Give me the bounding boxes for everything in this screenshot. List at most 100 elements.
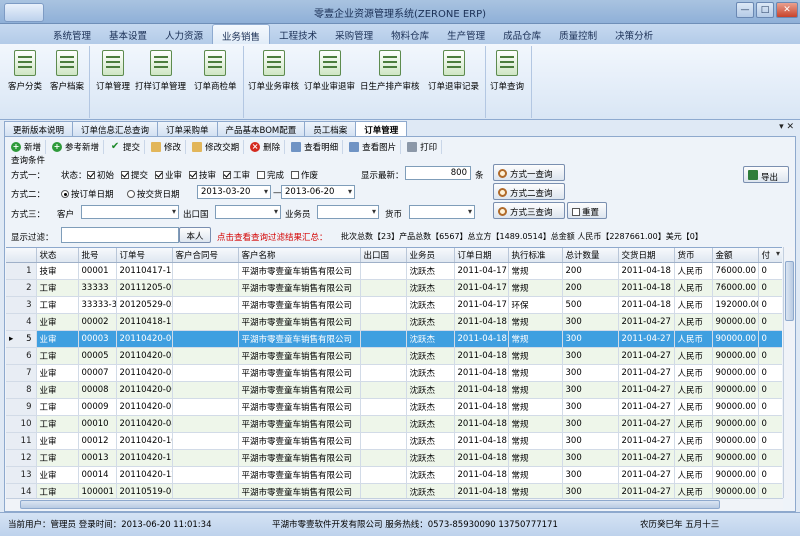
table-row[interactable]: 1 技审 00001 20110417-1 平湖市零壹童车销售有限公司 沈跃杰 2011-0… xyxy=(6,262,782,280)
cell-batch-no[interactable]: 00009 xyxy=(78,398,117,416)
cell-standard[interactable]: 常规 xyxy=(508,432,563,450)
cell-salesman[interactable]: 沈跃杰 xyxy=(406,296,455,314)
cell-customer-contract-no[interactable] xyxy=(172,296,239,314)
cell-standard[interactable]: 常规 xyxy=(508,330,563,348)
cell-delivery-date[interactable]: 2011-04-27 xyxy=(618,449,675,467)
cell-salesman[interactable]: 沈跃杰 xyxy=(406,432,455,450)
tab-order-purchase[interactable]: 订单采购单 xyxy=(157,121,218,136)
cell-row-number[interactable]: 4 xyxy=(6,313,37,331)
cell-delivery-date[interactable]: 2011-04-27 xyxy=(618,483,675,498)
cell-order-no[interactable]: 20120529-02 xyxy=(116,296,173,314)
cell-standard[interactable]: 常规 xyxy=(508,398,563,416)
cell-payment[interactable]: 0 xyxy=(758,279,782,297)
cell-batch-no[interactable]: 00007 xyxy=(78,364,117,382)
cell-row-number[interactable]: 8 xyxy=(6,381,37,399)
cell-total-qty[interactable]: 200 xyxy=(562,262,619,280)
cell-customer-name[interactable]: 平湖市零壹童车销售有限公司 xyxy=(238,262,361,280)
cell-status[interactable]: 业审 xyxy=(36,330,79,348)
cell-exit-country[interactable] xyxy=(360,347,407,365)
cell-amount[interactable]: 76000.00 xyxy=(712,262,759,280)
cell-standard[interactable]: 环保 xyxy=(508,296,563,314)
cell-exit-country[interactable] xyxy=(360,330,407,348)
cell-amount[interactable]: 90000.00 xyxy=(712,364,759,382)
cell-order-no[interactable]: 20110420-11 xyxy=(116,449,173,467)
cell-currency[interactable]: 人民币 xyxy=(674,296,713,314)
cell-row-number[interactable]: 13 xyxy=(6,466,37,484)
cell-row-number[interactable]: 3 xyxy=(6,296,37,314)
cell-delivery-date[interactable]: 2011-04-27 xyxy=(618,330,675,348)
cell-currency[interactable]: 人民币 xyxy=(674,262,713,280)
grid-vertical-scrollbar[interactable] xyxy=(783,247,795,498)
menu-engineering[interactable]: 工程技术 xyxy=(270,24,326,44)
exit-country-select[interactable] xyxy=(215,205,281,219)
cell-order-date[interactable]: 2011-04-17 xyxy=(454,296,509,314)
cell-amount[interactable]: 90000.00 xyxy=(712,432,759,450)
column-header-order-date[interactable]: 订单日期 xyxy=(454,248,509,263)
cell-salesman[interactable]: 沈跃杰 xyxy=(406,483,455,498)
cell-order-no[interactable]: 20110420-12 xyxy=(116,466,173,484)
view-detail-button[interactable]: 查看明细 xyxy=(287,140,344,154)
column-header-order-no[interactable]: 订单号 xyxy=(116,248,173,263)
cell-customer-name[interactable]: 平湖市零壹童车销售有限公司 xyxy=(238,381,361,399)
table-row[interactable]: 2 工审 33333 20111205-01 平湖市零壹童车销售有限公司 沈跃杰 2011-… xyxy=(6,279,782,297)
cell-order-no[interactable]: 20110420-07 xyxy=(116,398,173,416)
cell-amount[interactable]: 90000.00 xyxy=(712,313,759,331)
menu-sales[interactable]: 业务销售 xyxy=(212,24,271,44)
cell-customer-name[interactable]: 平湖市零壹童车销售有限公司 xyxy=(238,398,361,416)
cell-currency[interactable]: 人民币 xyxy=(674,347,713,365)
table-row[interactable]: 12 工审 00013 20110420-11 平湖市零壹童车销售有限公司 沈跃杰 2011… xyxy=(6,449,782,467)
cell-amount[interactable]: 192000.00 xyxy=(712,296,759,314)
daily-schedule-review-button[interactable]: 日生产排产审核 xyxy=(360,50,420,110)
cell-order-date[interactable]: 2011-04-18 xyxy=(454,415,509,433)
cell-status[interactable]: 工审 xyxy=(36,296,79,314)
cell-status[interactable]: 工审 xyxy=(36,483,79,498)
cell-batch-no[interactable]: 00013 xyxy=(78,449,117,467)
cell-currency[interactable]: 人民币 xyxy=(674,279,713,297)
cell-customer-name[interactable]: 平湖市零壹童车销售有限公司 xyxy=(238,296,361,314)
cell-currency[interactable]: 人民币 xyxy=(674,364,713,382)
order-inspection-button[interactable]: 订单商检单 xyxy=(194,50,237,110)
menu-quality[interactable]: 质量控制 xyxy=(550,24,606,44)
cell-delivery-date[interactable]: 2011-04-18 xyxy=(618,262,675,280)
menu-purchasing[interactable]: 采购管理 xyxy=(326,24,382,44)
cell-order-no[interactable]: 20110420-01 xyxy=(116,330,173,348)
cell-standard[interactable]: 常规 xyxy=(508,466,563,484)
cell-total-qty[interactable]: 300 xyxy=(562,398,619,416)
cell-row-number[interactable]: 1 xyxy=(6,262,37,280)
cell-currency[interactable]: 人民币 xyxy=(674,483,713,498)
cell-salesman[interactable]: 沈跃杰 xyxy=(406,449,455,467)
cell-currency[interactable]: 人民币 xyxy=(674,449,713,467)
cell-row-number[interactable]: 11 xyxy=(6,432,37,450)
column-header-status[interactable]: 状态 xyxy=(36,248,79,263)
mode3-query-button[interactable]: 方式三查询 xyxy=(493,202,565,219)
cell-payment[interactable]: 0 xyxy=(758,262,782,280)
order-management-button[interactable]: 订单管理 xyxy=(96,50,130,110)
cell-currency[interactable]: 人民币 xyxy=(674,432,713,450)
cell-row-number[interactable]: ▸ 5 xyxy=(6,330,37,348)
reset-button[interactable]: 重置 xyxy=(567,202,607,219)
cell-payment[interactable]: 0 xyxy=(758,415,782,433)
column-header-delivery-date[interactable]: 交货日期 xyxy=(618,248,675,263)
cell-delivery-date[interactable]: 2011-04-27 xyxy=(618,415,675,433)
cell-delivery-date[interactable]: 2011-04-27 xyxy=(618,381,675,399)
unreview-log-button[interactable]: 订单退审记录 xyxy=(428,50,479,110)
cell-order-no[interactable]: 20110420-05 xyxy=(116,364,173,382)
cell-order-no[interactable]: 20110420-10 xyxy=(116,432,173,450)
cell-total-qty[interactable]: 500 xyxy=(562,296,619,314)
cell-standard[interactable]: 常规 xyxy=(508,381,563,399)
cell-salesman[interactable]: 沈跃杰 xyxy=(406,381,455,399)
radio-order-date[interactable]: 按订单日期 xyxy=(61,188,114,200)
cell-status[interactable]: 工审 xyxy=(36,347,79,365)
grid-horizontal-scrollbar[interactable] xyxy=(6,498,783,510)
cell-customer-contract-no[interactable] xyxy=(172,466,239,484)
cell-amount[interactable]: 90000.00 xyxy=(712,483,759,498)
cell-order-date[interactable]: 2011-04-18 xyxy=(454,483,509,498)
column-header-standard[interactable]: 执行标准 xyxy=(508,248,563,263)
cell-order-no[interactable]: 20110420-03 xyxy=(116,347,173,365)
cell-salesman[interactable]: 沈跃杰 xyxy=(406,279,455,297)
cell-batch-no[interactable]: 00003 xyxy=(78,330,117,348)
cell-row-number[interactable]: 14 xyxy=(6,483,37,498)
new-button[interactable]: + 新增 xyxy=(7,140,47,154)
view-image-button[interactable]: 查看图片 xyxy=(345,140,402,154)
status-check-initial[interactable]: 初始 xyxy=(87,169,114,181)
